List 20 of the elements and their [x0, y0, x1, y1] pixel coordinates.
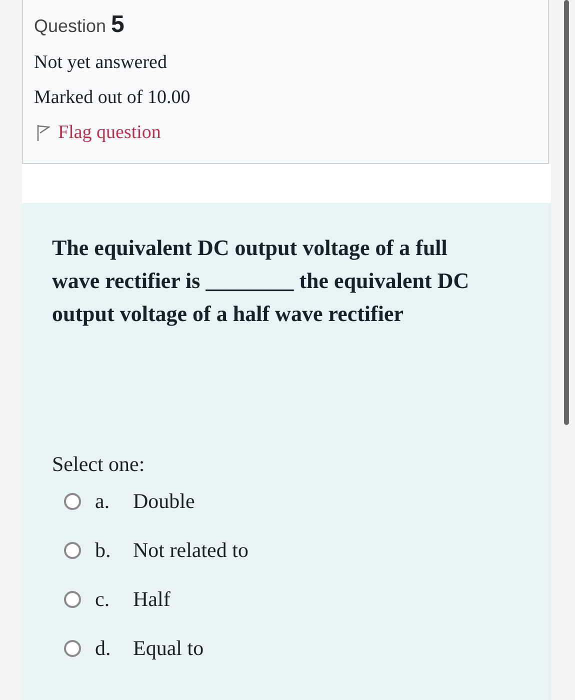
flag-question-link[interactable]: Flag question: [58, 122, 161, 144]
question-label: Question: [34, 16, 106, 37]
answer-status: Not yet answered: [34, 52, 168, 74]
option-label[interactable]: Equal to: [133, 636, 204, 661]
radio-button[interactable]: [64, 640, 81, 657]
option-label[interactable]: Double: [133, 489, 195, 514]
option-letter: a.: [95, 489, 111, 514]
radio-button[interactable]: [64, 591, 81, 608]
option-letter: c.: [95, 587, 111, 612]
option-label[interactable]: Half: [133, 587, 170, 612]
radio-button[interactable]: [64, 493, 81, 510]
scrollbar[interactable]: [564, 0, 569, 425]
radio-button[interactable]: [64, 542, 81, 559]
option-label[interactable]: Not related to: [133, 538, 248, 563]
question-number: 5: [111, 11, 124, 39]
select-prompt: Select one:: [52, 452, 146, 477]
question-text: The equivalent DC output voltage of a full wave rectifier is ________ the equivalent DC output voltage of a half wave rectifier: [52, 234, 470, 328]
marks-text: Marked out of 10.00: [34, 87, 192, 109]
option-letter: d.: [95, 636, 112, 661]
option-letter: b.: [95, 538, 112, 563]
